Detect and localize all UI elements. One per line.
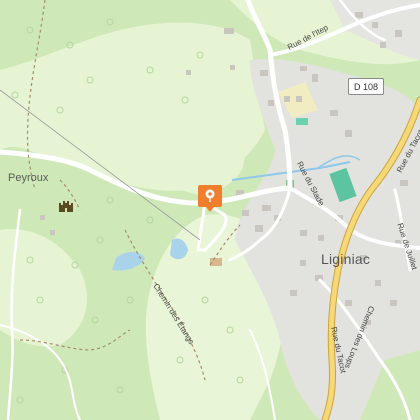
place-label-liginiac: Liginiac <box>321 251 371 267</box>
route-badge-d108: D 108 <box>348 78 384 95</box>
map-marker-icon[interactable] <box>197 183 223 213</box>
castle-icon[interactable] <box>58 199 74 213</box>
map-view[interactable]: Peyroux Liginiac Rue de l'Itep Rue du St… <box>0 0 420 420</box>
place-label-peyroux: Peyroux <box>8 172 49 184</box>
